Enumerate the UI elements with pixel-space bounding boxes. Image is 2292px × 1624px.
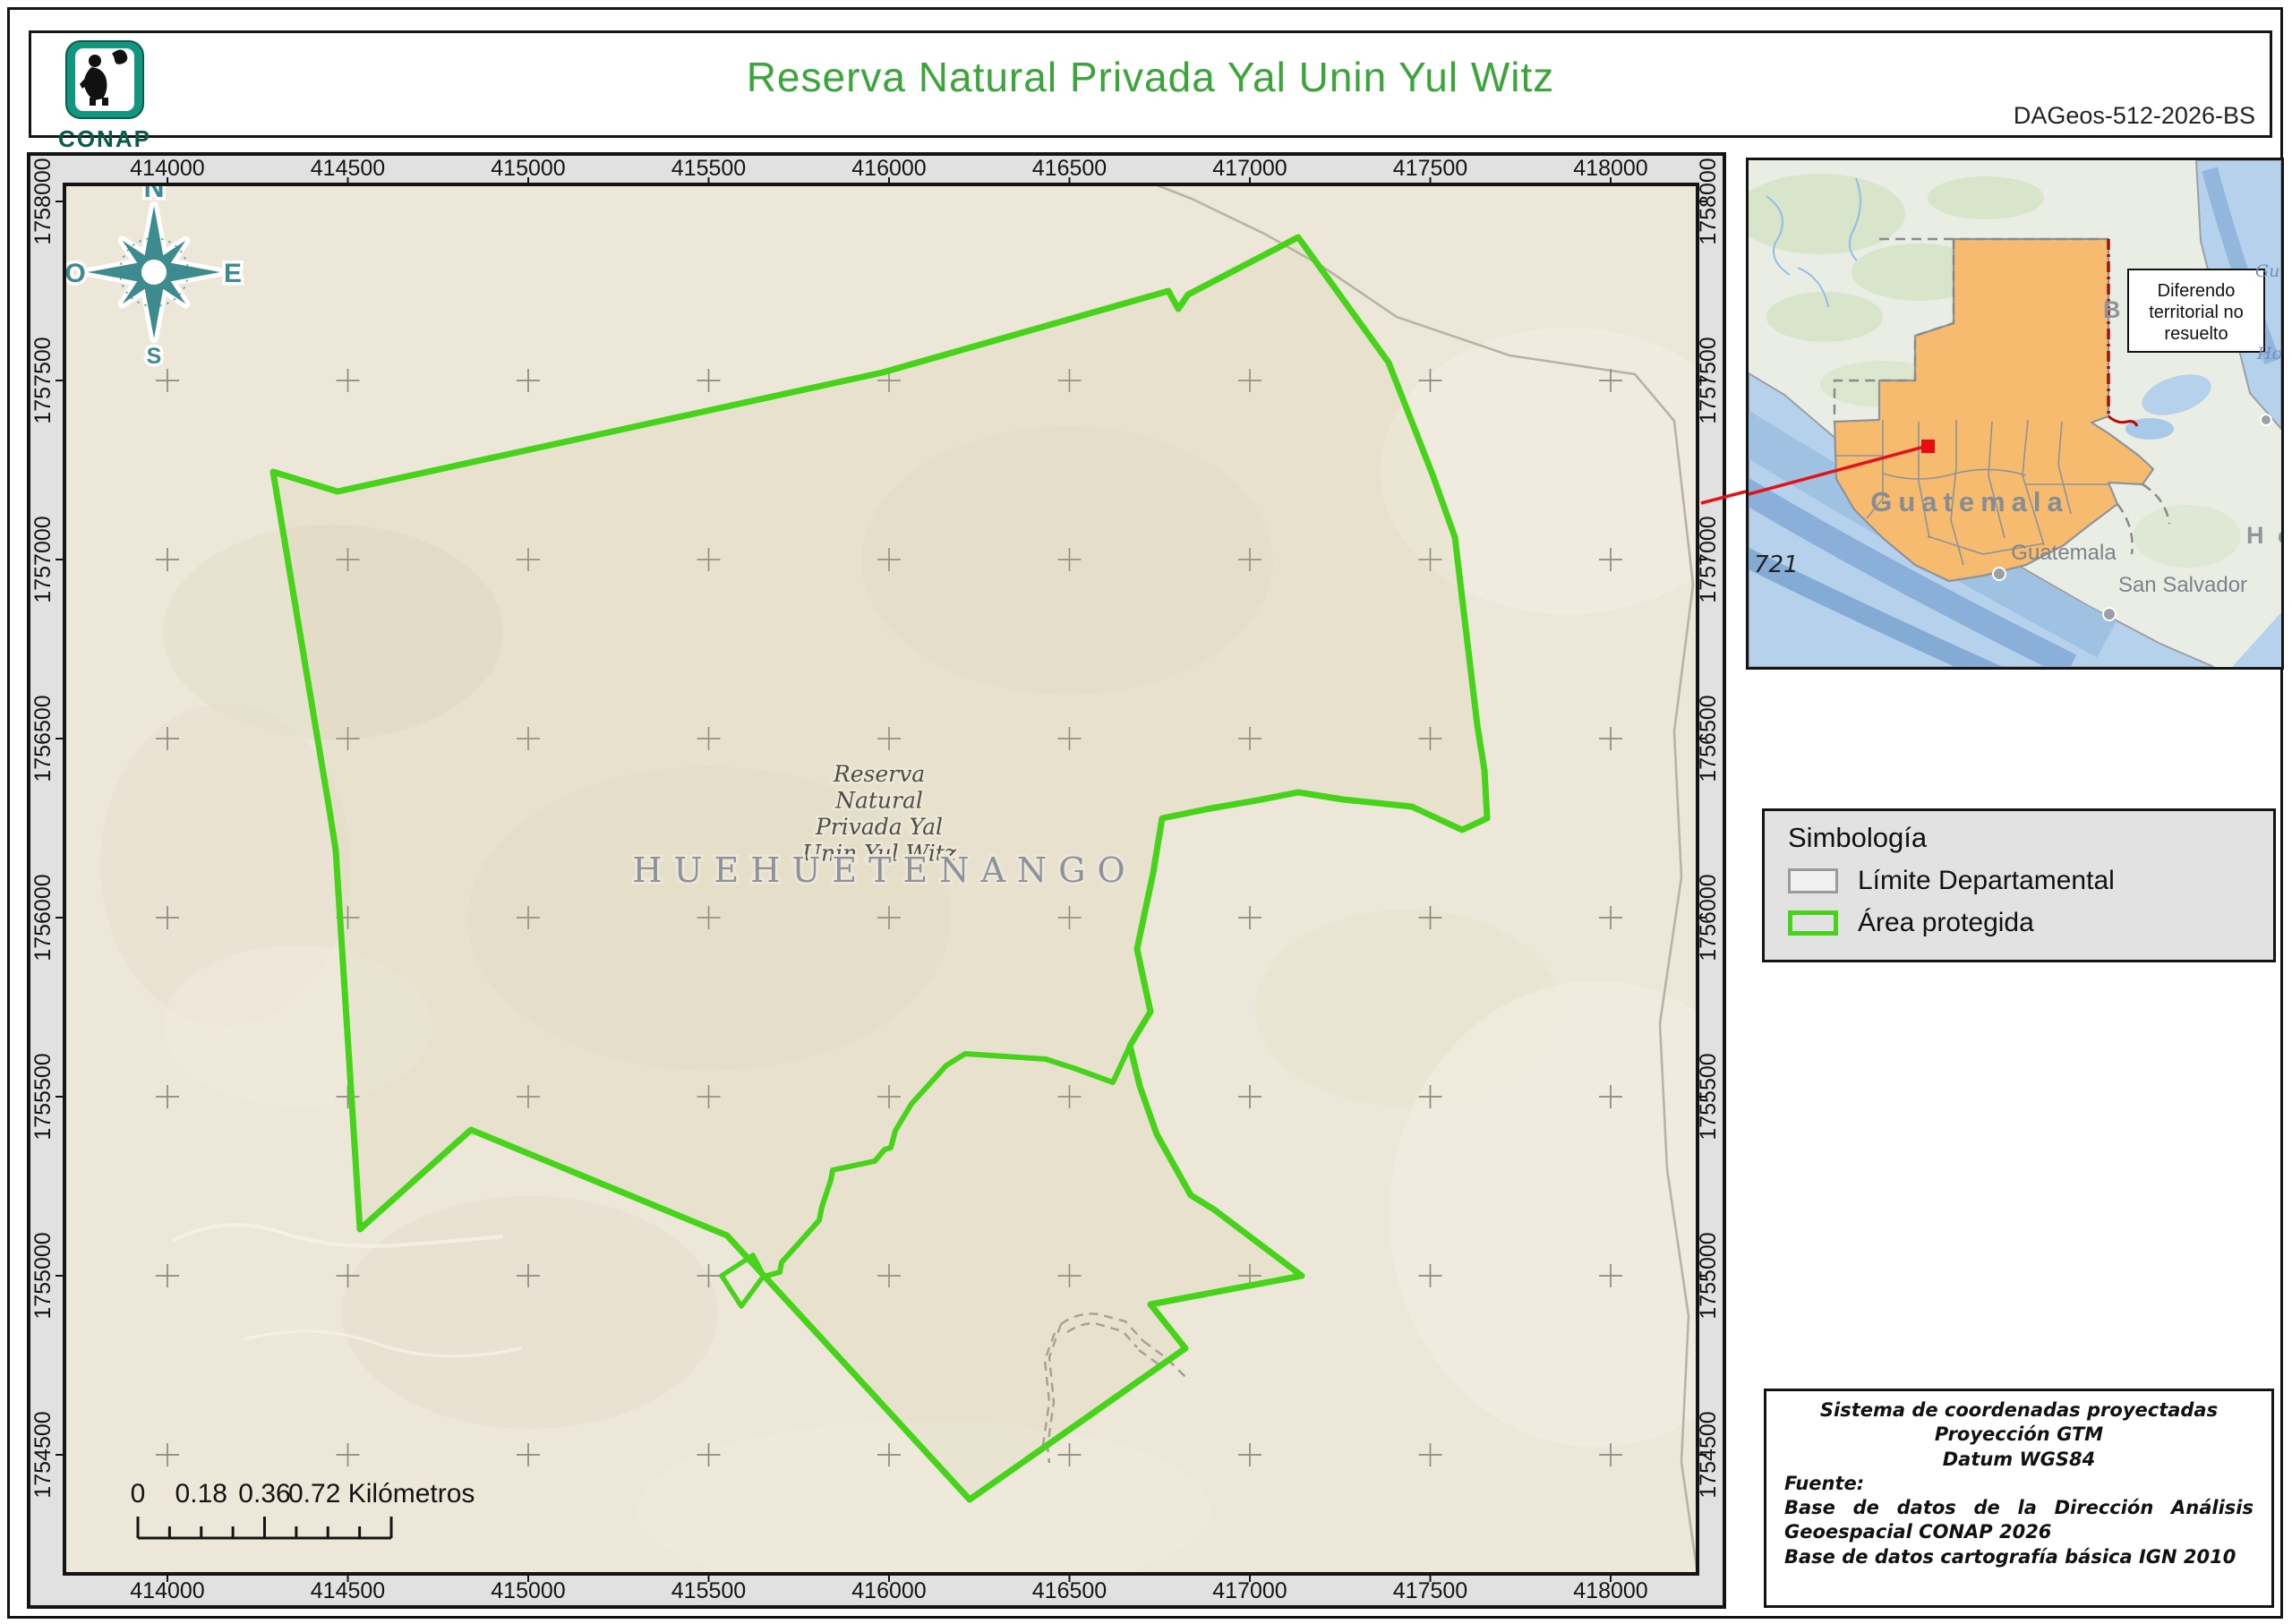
svg-text:H o: H o: [2246, 522, 2284, 549]
svg-text:417500: 417500: [1393, 1578, 1467, 1603]
conap-logo-text: CONAP: [58, 125, 151, 152]
inset-city-dot: [2260, 414, 2272, 426]
svg-text:O: O: [64, 259, 85, 288]
svg-text:418000: 418000: [1573, 156, 1647, 181]
inset-city-dot-guatemala: [1992, 567, 2006, 581]
legend-item: Límite Departamental: [1788, 866, 2250, 896]
svg-text:416000: 416000: [851, 1578, 926, 1603]
svg-text:415500: 415500: [671, 156, 746, 181]
legend-item-label: Área protegida: [1858, 908, 2034, 937]
svg-text:418000: 418000: [1573, 1578, 1647, 1603]
svg-text:415500: 415500: [671, 1578, 746, 1603]
svg-text:721: 721: [1754, 551, 1799, 578]
svg-text:Gu: Gu: [2255, 261, 2279, 281]
header: CONAP Reserva Natural Privada Yal Unin Y…: [29, 30, 2272, 152]
svg-text:415000: 415000: [491, 156, 565, 181]
projection-line: Sistema de coordenadas proyectadas: [1819, 1399, 2219, 1421]
svg-text:0: 0: [131, 1479, 146, 1509]
svg-text:E: E: [224, 259, 242, 288]
svg-text:HUEHUETENANGO: HUEHUETENANGO: [632, 850, 1136, 890]
svg-text:414500: 414500: [311, 156, 385, 181]
svg-text:1755500: 1755500: [30, 1053, 56, 1140]
svg-text:Guatemala: Guatemala: [1870, 486, 2069, 517]
inset-locator-map: GuatemalaGuatemalaSan SalvadorH oBGuHond…: [1746, 158, 2284, 670]
reserve-location-marker: [1921, 440, 1935, 453]
legend-title: Simbología: [1788, 822, 1928, 853]
svg-text:1757500: 1757500: [30, 337, 56, 423]
svg-text:1754500: 1754500: [30, 1411, 56, 1498]
projection-line: Proyección GTM: [1934, 1423, 2104, 1446]
svg-text:417000: 417000: [1212, 1578, 1287, 1603]
svg-text:0.18: 0.18: [175, 1479, 227, 1509]
svg-text:415000: 415000: [491, 1578, 565, 1603]
svg-text:1756500: 1756500: [30, 695, 56, 782]
svg-text:Diferendo: Diferendo: [2158, 281, 2236, 301]
main-map-canvas: ReservaNaturalPrivada YalUnin Yul WitzHU…: [27, 152, 1726, 1609]
svg-text:0.36: 0.36: [238, 1479, 290, 1509]
svg-text:416500: 416500: [1032, 156, 1107, 181]
svg-text:B: B: [2103, 296, 2125, 323]
svg-text:414500: 414500: [311, 1578, 385, 1603]
svg-text:417000: 417000: [1212, 156, 1287, 181]
projection-line: Datum WGS84: [1942, 1448, 2096, 1470]
svg-text:S: S: [147, 344, 162, 369]
legend-item-label: Límite Departamental: [1858, 866, 2115, 895]
source-line: Base de datos cartografía básica IGN 201…: [1784, 1545, 2236, 1568]
svg-text:Guatemala: Guatemala: [2011, 541, 2117, 565]
legend-swatch-green: [1788, 910, 1838, 936]
map-content: ReservaNaturalPrivada YalUnin Yul WitzHU…: [64, 184, 1698, 1574]
info-box: Sistema de coordenadas proyectadas Proye…: [1764, 1389, 2274, 1608]
svg-text:416500: 416500: [1032, 1578, 1107, 1603]
svg-text:Reserva: Reserva: [833, 761, 925, 787]
main-map: Reserva Natural Privada Yal Unin Yul Witz HU…: [27, 152, 1726, 1609]
legend: Simbología Límite Departamental Área prot…: [1762, 808, 2276, 962]
svg-text:1758000: 1758000: [30, 158, 56, 244]
svg-text:0.72 Kilómetros: 0.72 Kilómetros: [288, 1479, 475, 1509]
svg-text:1755000: 1755000: [30, 1232, 56, 1319]
map-sheet: CONAP Reserva Natural Privada Yal Unin Y…: [0, 0, 2292, 1624]
svg-text:San Salvador: San Salvador: [2118, 573, 2247, 597]
svg-text:Natural: Natural: [834, 788, 923, 814]
svg-text:1756000: 1756000: [30, 874, 56, 961]
legend-item: Área protegida: [1788, 908, 2250, 938]
source-line: Base de datos de la Dirección Análisis G…: [1784, 1497, 2254, 1543]
svg-text:1757000: 1757000: [30, 516, 56, 603]
svg-text:resuelto: resuelto: [2164, 324, 2228, 344]
svg-text:territorial no: territorial no: [2149, 303, 2244, 322]
document-code: DAGeos-512-2026-BS: [2013, 102, 2255, 129]
conap-logo-icon: [65, 40, 144, 119]
svg-text:Privada Yal: Privada Yal: [815, 814, 943, 840]
legend-swatch-gray: [1788, 868, 1838, 893]
source-label: Fuente:: [1784, 1472, 1865, 1494]
svg-text:414000: 414000: [130, 156, 204, 181]
svg-text:Hond: Hond: [2256, 344, 2284, 363]
conap-logo: CONAP: [51, 40, 158, 153]
page-title: Reserva Natural Privada Yal Unin Yul Wit…: [746, 54, 1555, 100]
svg-text:416000: 416000: [851, 156, 926, 181]
svg-text:417500: 417500: [1393, 156, 1467, 181]
svg-text:414000: 414000: [130, 1578, 204, 1603]
inset-city-dot-sansalvador: [2102, 607, 2117, 621]
